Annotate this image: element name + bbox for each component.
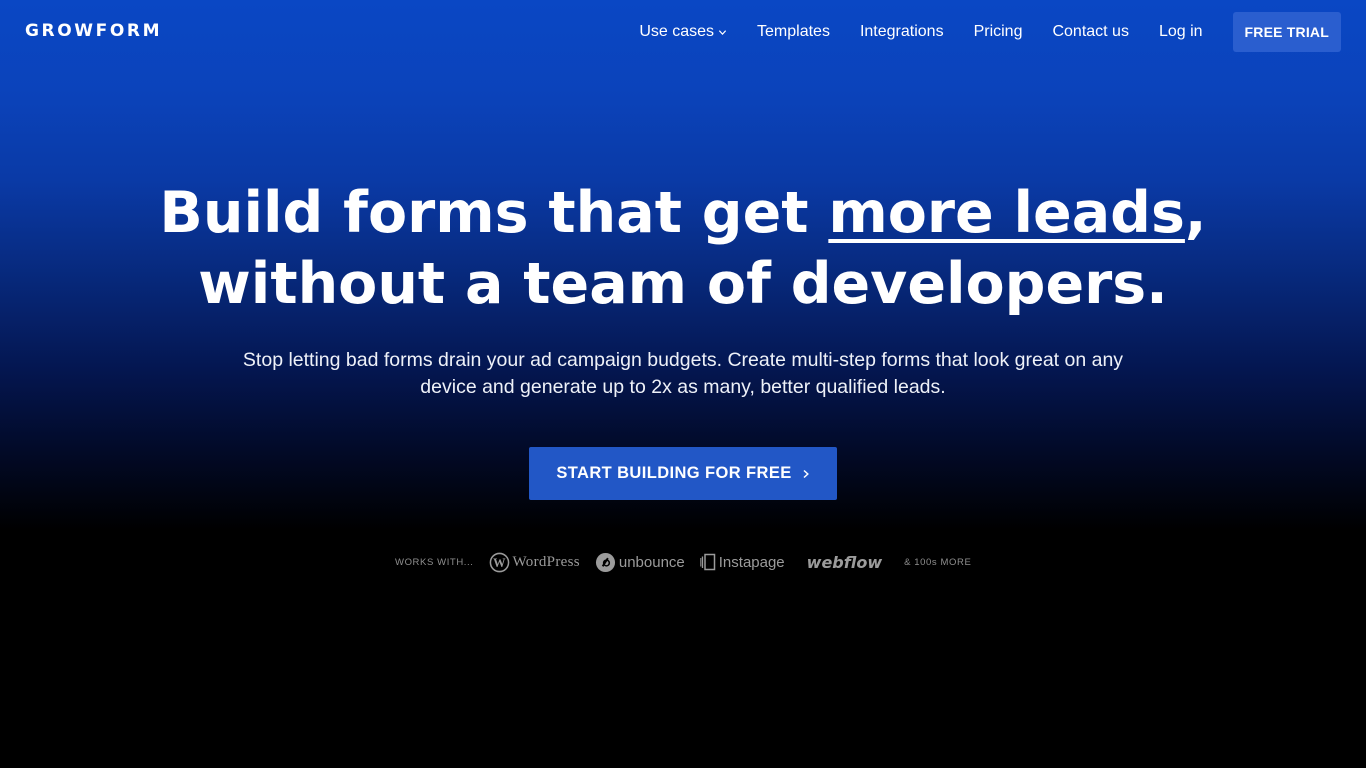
unbounce-logo-icon xyxy=(595,552,615,572)
unbounce-logo-text: unbounce xyxy=(618,553,685,571)
nav-item-templates[interactable]: Templates xyxy=(757,23,830,41)
chevron-down-icon xyxy=(718,29,727,35)
instapage-logo-icon xyxy=(700,553,716,571)
hero-subtitle: Stop letting bad forms drain your ad cam… xyxy=(242,349,1124,398)
wordpress-logo-text: WordPress xyxy=(512,553,580,570)
nav-item-integrations[interactable]: Integrations xyxy=(860,23,944,41)
integrations-strip: WORKS WITH... W WordPress unbounce Insta… xyxy=(395,549,971,575)
unbounce-logo: unbounce xyxy=(595,552,685,573)
nav-item-label: Use cases xyxy=(639,23,715,40)
hero-title-highlight: more leads xyxy=(828,180,1185,246)
wordpress-logo: W WordPress xyxy=(489,552,580,573)
more-integrations-label: & 100s MORE xyxy=(904,556,972,568)
top-navigation: GROWFORM Use cases Templates Integration… xyxy=(0,0,1366,62)
chevron-right-icon xyxy=(803,469,809,478)
instapage-logo-text: Instapage xyxy=(718,553,785,571)
nav-item-log-in[interactable]: Log in xyxy=(1159,23,1203,41)
hero-title-part2: , xyxy=(1184,180,1207,246)
webflow-logo: webflow xyxy=(807,553,882,572)
nav-links: Use cases Templates Integrations Pricing… xyxy=(639,12,1341,52)
free-trial-button[interactable]: FREE TRIAL xyxy=(1232,12,1341,52)
wordpress-logo-icon: W xyxy=(489,552,509,572)
nav-item-pricing[interactable]: Pricing xyxy=(974,23,1023,41)
works-with-label: WORKS WITH... xyxy=(395,556,474,568)
nav-item-use-cases[interactable]: Use cases xyxy=(639,23,727,41)
hero-title: Build forms that get more leads, without… xyxy=(0,178,1366,320)
start-building-label: START BUILDING FOR FREE xyxy=(556,464,792,482)
svg-text:W: W xyxy=(493,555,506,569)
webflow-logo-text: webflow xyxy=(806,552,883,572)
hero-title-line2: without a team of developers. xyxy=(198,251,1168,317)
start-building-button[interactable]: START BUILDING FOR FREE xyxy=(529,447,837,500)
hero-title-part1: Build forms that get xyxy=(159,180,829,246)
growform-logo[interactable]: GROWFORM xyxy=(25,21,162,41)
instapage-logo: Instapage xyxy=(700,553,785,571)
nav-item-contact-us[interactable]: Contact us xyxy=(1052,23,1128,41)
